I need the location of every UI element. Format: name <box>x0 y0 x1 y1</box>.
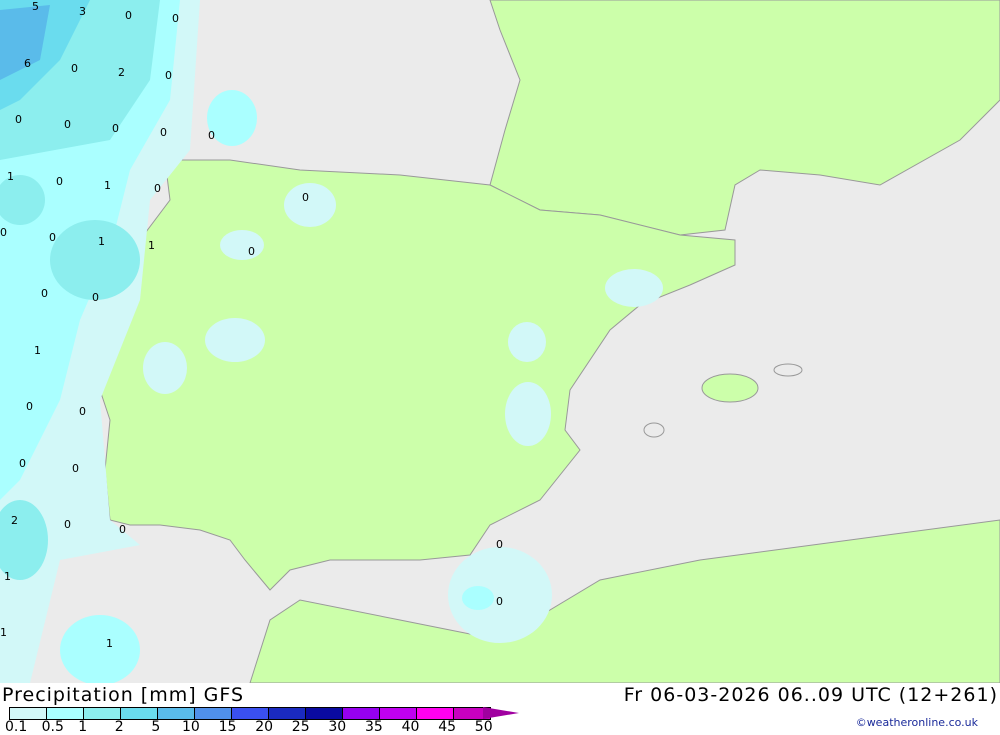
map-value-label: 0 <box>71 62 78 75</box>
color-swatch <box>84 708 121 719</box>
map-value-label: 0 <box>119 523 126 536</box>
map-value-label: 0 <box>92 291 99 304</box>
map-value-label: 0 <box>248 245 255 258</box>
map-value-label: 0 <box>64 118 71 131</box>
credit-link[interactable]: ©weatheronline.co.uk <box>856 716 978 729</box>
mallorca-island <box>701 373 759 403</box>
color-swatch <box>47 708 84 719</box>
color-swatch <box>158 708 195 719</box>
color-swatch <box>232 708 269 719</box>
color-swatch <box>269 708 306 719</box>
color-swatch <box>121 708 158 719</box>
map-value-label: 0 <box>41 287 48 300</box>
map-value-label: 0 <box>112 122 119 135</box>
color-swatch <box>306 708 343 719</box>
map-value-label: 0 <box>208 129 215 142</box>
map-value-label: 3 <box>79 5 86 18</box>
color-swatch <box>343 708 380 719</box>
valid-datetime: Fr 06-03-2026 06..09 UTC (12+261) <box>623 684 998 706</box>
map-value-label: 0 <box>72 462 79 475</box>
color-scale-arrow <box>483 707 519 719</box>
map-value-label: 0 <box>496 595 503 608</box>
color-swatch <box>417 708 454 719</box>
map-value-label: 1 <box>98 235 105 248</box>
map-value-label: 0 <box>165 69 172 82</box>
map-canvas <box>0 0 1000 685</box>
map-value-label: 0 <box>19 457 26 470</box>
map-value-label: 0 <box>26 400 33 413</box>
color-swatch <box>10 708 47 719</box>
map-value-label: 0 <box>160 126 167 139</box>
map-value-label: 1 <box>4 570 11 583</box>
map-value-label: 0 <box>49 231 56 244</box>
map-value-label: 0 <box>172 12 179 25</box>
legend-footer: Precipitation [mm] GFS Fr 06-03-2026 06.… <box>0 683 1000 735</box>
map-value-label: 0 <box>125 9 132 22</box>
map-value-label: 1 <box>106 637 113 650</box>
map-value-label: 1 <box>7 170 14 183</box>
map-value-label: 0 <box>0 226 7 239</box>
map-value-label: 2 <box>118 66 125 79</box>
map-value-label: 0 <box>79 405 86 418</box>
map-title: Precipitation [mm] GFS <box>2 684 245 706</box>
map-value-label: 6 <box>24 57 31 70</box>
map-value-label: 0 <box>302 191 309 204</box>
map-value-label: 2 <box>11 514 18 527</box>
map-value-label: 1 <box>34 344 41 357</box>
precipitation-map[interactable]: 5 3 0 0 6 0 2 0 0 0 0 0 0 1 0 1 0 0 0 0 … <box>0 0 1000 685</box>
map-value-label: 5 <box>32 0 39 13</box>
color-swatch <box>380 708 417 719</box>
map-value-label: 0 <box>56 175 63 188</box>
map-value-label: 1 <box>104 179 111 192</box>
map-value-label: 0 <box>154 182 161 195</box>
map-value-label: 0 <box>64 518 71 531</box>
map-value-label: 0 <box>15 113 22 126</box>
color-swatch <box>195 708 232 719</box>
map-value-label: 0 <box>496 538 503 551</box>
map-value-label: 1 <box>0 626 7 639</box>
map-value-label: 1 <box>148 239 155 252</box>
